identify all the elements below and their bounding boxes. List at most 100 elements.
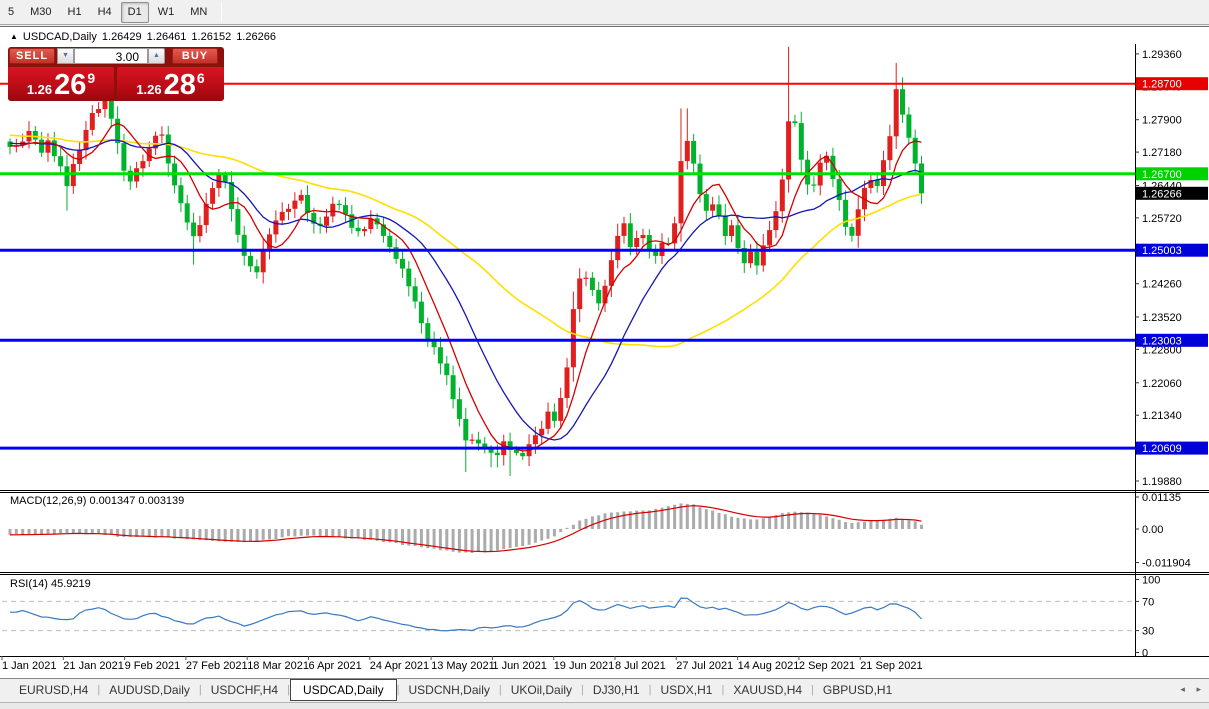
tab-scroll-arrows: ◂ ▸ (1171, 684, 1201, 695)
candle-body (418, 301, 424, 324)
date-label: 18 Mar 2021 (247, 660, 309, 672)
candle-body (254, 266, 260, 273)
candle-body (463, 418, 469, 441)
macd-bar (913, 521, 917, 529)
timeframe-button-m30[interactable]: M30 (23, 2, 58, 23)
collapse-triangle-icon[interactable]: ▲ (10, 32, 18, 41)
candle-body (475, 439, 481, 444)
macd-bar (508, 529, 512, 548)
timeframe-button-mn[interactable]: MN (183, 2, 214, 23)
tab-usdchf-h4[interactable]: USDCHF,H4 (202, 680, 287, 700)
buy-button[interactable]: BUY (172, 48, 218, 64)
macd-bar (825, 516, 829, 529)
candle-body (729, 225, 735, 237)
tab-gbpusd-h1[interactable]: GBPUSD,H1 (814, 680, 901, 700)
candle-body (444, 363, 450, 376)
price-badge-1.23003: 1.23003 (1136, 333, 1208, 347)
timeframe-button-h4[interactable]: H4 (91, 2, 119, 23)
timeframe-button-d1[interactable]: D1 (120, 1, 149, 23)
macd-bar (337, 529, 341, 538)
sell-button[interactable]: SELL (9, 48, 55, 64)
buy-price-display[interactable]: 1.26 28 6 (117, 67, 224, 100)
tab-eurusd-h4[interactable]: EURUSD,H4 (10, 680, 97, 700)
macd-bar (179, 529, 183, 539)
macd-bar (116, 529, 120, 537)
macd-bar (27, 529, 31, 535)
tab-xauusd-h4[interactable]: XAUUSD,H4 (724, 680, 811, 700)
date-label: 1 Jun 2021 (492, 660, 546, 672)
rsi-axis-label: 30 (1142, 626, 1154, 638)
candle-body (919, 163, 924, 194)
chart-symbol-title: USDCAD,Daily (22, 31, 97, 43)
macd-bar (559, 529, 563, 533)
ohlc-high: 1.26461 (146, 31, 187, 43)
macd-bar (907, 520, 911, 529)
candle-body (279, 211, 285, 221)
price-tick-label: 1.22060 (1142, 378, 1182, 390)
candle-body (691, 140, 697, 164)
volume-increase-button[interactable]: ▲ (148, 48, 165, 64)
date-label: 13 May 2021 (431, 660, 495, 672)
tab-ukoil-daily[interactable]: UKOil,Daily (502, 680, 581, 700)
macd-bar (863, 521, 866, 529)
tab-audusd-daily[interactable]: AUDUSD,Daily (100, 680, 199, 700)
timeframe-button-5[interactable]: 5 (1, 2, 21, 23)
volume-decrease-button[interactable]: ▼ (57, 48, 74, 64)
macd-bar (856, 522, 860, 529)
candle-body (558, 398, 564, 421)
price-tick-label: 1.24260 (1142, 279, 1182, 291)
trading-app: 5 M30 H1 H4 D1 W1 MN ▲ USDCAD,Daily 1.26429 1.264… (0, 0, 1209, 709)
candle-body (703, 194, 709, 211)
macd-bar (160, 529, 164, 537)
macd-bar (476, 529, 480, 552)
macd-bar (622, 511, 626, 529)
candle-body (108, 99, 114, 119)
macd-bar (844, 522, 848, 529)
ohlc-low: 1.26152 (191, 31, 232, 43)
macd-bar (280, 529, 284, 538)
date-label: 9 Feb 2021 (125, 660, 181, 672)
tab-usdcad-daily[interactable]: USDCAD,Daily (289, 679, 397, 701)
tab-scroll-right-icon[interactable]: ▸ (1196, 684, 1201, 694)
candle-body (210, 188, 216, 204)
tab-dj30-h1[interactable]: DJ30,H1 (584, 680, 649, 700)
one-click-trade-panel: SELL ▼ 3.00 ▲ BUY 1.26 26 9 1.26 28 6 (8, 47, 224, 101)
tab-scroll-left-icon[interactable]: ◂ (1180, 684, 1185, 694)
date-label: 27 Feb 2021 (186, 660, 248, 672)
candle-body (450, 375, 456, 400)
candle-body (298, 195, 304, 201)
candle-body (874, 180, 880, 186)
sell-price-display[interactable]: 1.26 26 9 (8, 67, 114, 100)
macd-bar (52, 529, 56, 534)
candle-body (836, 179, 842, 200)
volume-input[interactable]: 3.00 (74, 48, 148, 64)
macd-bar (8, 529, 12, 535)
candle-body (241, 234, 247, 256)
candle-body (235, 209, 241, 235)
date-label: 8 Jul 2021 (615, 660, 666, 672)
macd-bar (565, 527, 569, 529)
candle-body (406, 268, 412, 287)
candle-body (387, 235, 393, 248)
macd-bar (831, 518, 835, 529)
svg-text:1.28700: 1.28700 (1142, 79, 1182, 91)
macd-bar (33, 529, 37, 535)
chart-canvas[interactable]: 1.293601.286401.279001.271801.264401.257… (0, 44, 1209, 679)
tab-usdcnh-daily[interactable]: USDCNH,Daily (400, 680, 499, 700)
candle-body (64, 166, 70, 187)
macd-bar (495, 529, 499, 551)
sell-price-prefix: 1.26 (26, 82, 53, 97)
macd-bar (540, 529, 544, 541)
candle-body (811, 184, 817, 186)
rsi-axis-label: 0 (1142, 648, 1148, 660)
timeframe-button-h1[interactable]: H1 (61, 2, 89, 23)
tab-usdx-h1[interactable]: USDX,H1 (651, 680, 721, 700)
macd-bar (616, 512, 620, 529)
candle-body (564, 367, 570, 398)
timeframe-button-w1[interactable]: W1 (151, 2, 182, 23)
candle-body (184, 203, 190, 223)
macd-bar (299, 529, 303, 536)
macd-bar (261, 529, 265, 540)
macd-bar (647, 510, 651, 529)
ohlc-open: 1.26429 (101, 31, 142, 43)
